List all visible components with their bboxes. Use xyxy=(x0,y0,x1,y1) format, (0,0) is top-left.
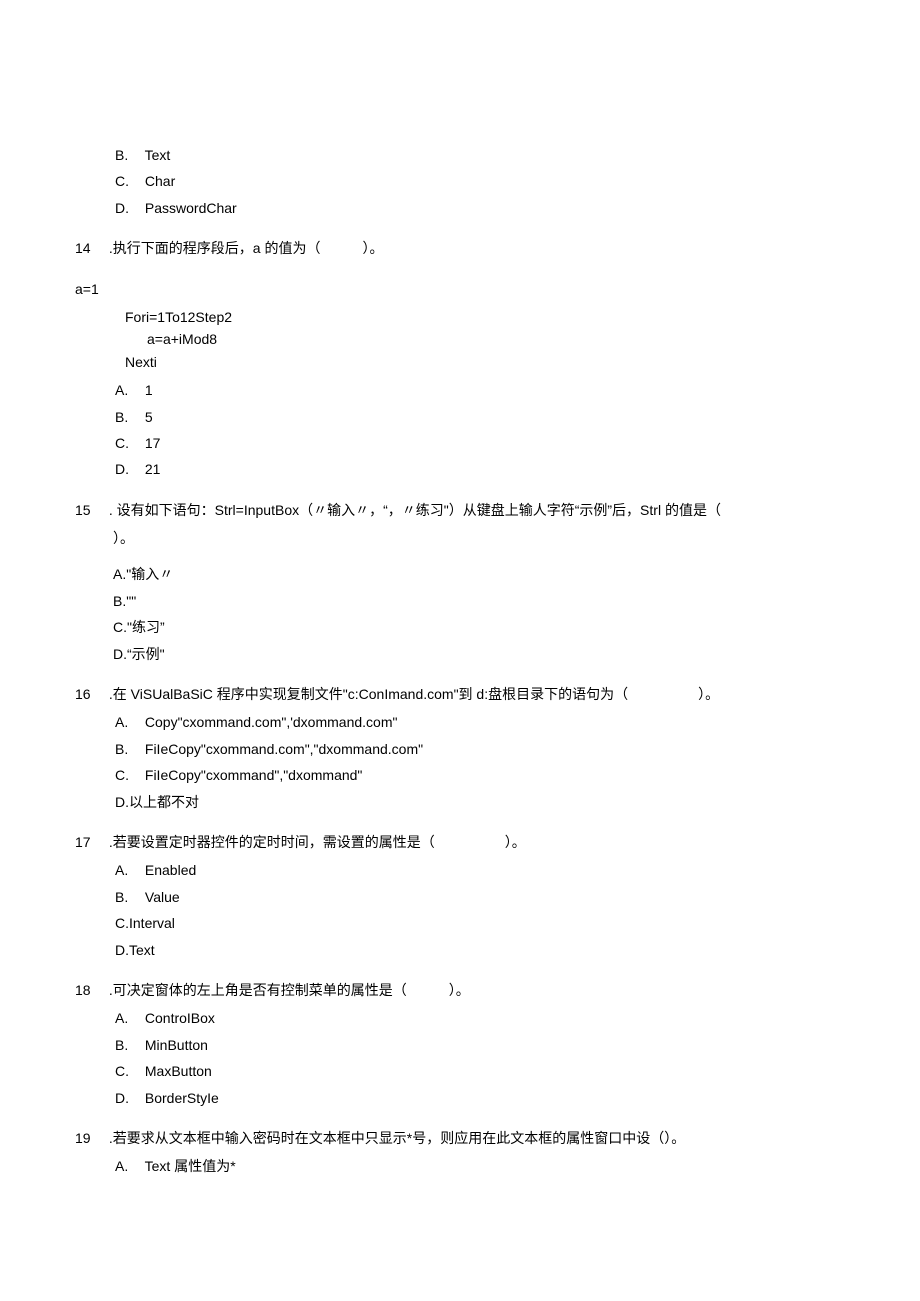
option-text: 17 xyxy=(145,435,161,451)
option-a: A. Enabled xyxy=(115,859,845,881)
question-14: 14 .执行下面的程序段后，a 的值为（ ）。 xyxy=(75,237,845,259)
option-c: C."练习” xyxy=(113,616,845,638)
option-b: B."" xyxy=(113,590,845,612)
document-page: B. Text C. Char D. PasswordChar 14 .执行下面… xyxy=(0,0,920,1262)
option-text: FiIeCopy"cxommand","dxommand" xyxy=(145,767,363,783)
option-text: MinButton xyxy=(145,1037,208,1053)
option-text: Value xyxy=(145,889,180,905)
option-d: D. 21 xyxy=(115,458,845,480)
code-line: a=a+iMod8 xyxy=(147,328,845,350)
option-text: MaxButton xyxy=(145,1063,212,1079)
question-number: 14 xyxy=(75,237,105,259)
option-text: 21 xyxy=(145,461,161,477)
option-text: Copy"cxommand.com",'dxommand.com" xyxy=(145,714,398,730)
question-15: 15 . 设有如下语句：Strl=InputBox（〃输入〃，“，〃练习"）从键… xyxy=(75,499,845,521)
question-15-options: A."输入〃 B."" C."练习” D.“示例" xyxy=(113,563,845,665)
option-text: 5 xyxy=(145,409,153,425)
question-17: 17 .若要设置定时器控件的定时时间，需设置的属性是（ ）。 xyxy=(75,831,845,853)
option-a: A. ControIBox xyxy=(115,1007,845,1029)
option-letter: B. xyxy=(115,886,141,908)
option-letter: C. xyxy=(115,432,141,454)
question-13-options-partial: B. Text C. Char D. PasswordChar xyxy=(115,144,845,219)
option-text: ControIBox xyxy=(145,1010,215,1026)
option-c: C. MaxButton xyxy=(115,1060,845,1082)
question-stem: .若要求从文本框中输入密码时在文本框中只显示*号，则应用在此文本框的属性窗口中设… xyxy=(109,1130,685,1146)
question-number: 17 xyxy=(75,831,105,853)
option-b: B. FiIeCopy"cxommand.com","dxommand.com" xyxy=(115,738,845,760)
option-letter: B. xyxy=(115,144,141,166)
question-stem-cont: ）。 xyxy=(113,527,845,549)
option-b: B. Text xyxy=(115,144,845,166)
option-b: B. MinButton xyxy=(115,1034,845,1056)
option-letter: A. xyxy=(115,1155,141,1177)
option-letter: D. xyxy=(115,1087,141,1109)
option-a: A."输入〃 xyxy=(113,563,845,585)
question-stem: .在 ViSUalBaSiC 程序中实现复制文件"c:ConImand.com"… xyxy=(109,686,719,702)
option-text: Text 属性值为* xyxy=(145,1158,236,1174)
question-14-options: A. 1 B. 5 C. 17 D. 21 xyxy=(115,379,845,481)
option-text: Text xyxy=(145,147,171,163)
question-stem: .执行下面的程序段后，a 的值为（ ）。 xyxy=(109,240,384,256)
option-letter: D. xyxy=(115,458,141,480)
question-number: 16 xyxy=(75,683,105,705)
option-c: C. FiIeCopy"cxommand","dxommand" xyxy=(115,764,845,786)
question-19: 19 .若要求从文本框中输入密码时在文本框中只显示*号，则应用在此文本框的属性窗… xyxy=(75,1127,845,1149)
question-19-options: A. Text 属性值为* xyxy=(115,1155,845,1177)
option-letter: C. xyxy=(115,1060,141,1082)
option-d: D.“示例" xyxy=(113,643,845,665)
option-letter: A. xyxy=(115,711,141,733)
question-16-options: A. Copy"cxommand.com",'dxommand.com" B. … xyxy=(115,711,845,813)
option-c: C. 17 xyxy=(115,432,845,454)
option-letter: B. xyxy=(115,1034,141,1056)
option-letter: A. xyxy=(115,1007,141,1029)
question-number: 15 xyxy=(75,499,105,521)
option-c: C.Interval xyxy=(115,912,845,934)
question-18-options: A. ControIBox B. MinButton C. MaxButton … xyxy=(115,1007,845,1109)
option-b: B. Value xyxy=(115,886,845,908)
option-a: A. Copy"cxommand.com",'dxommand.com" xyxy=(115,711,845,733)
option-d: D. BorderStyIe xyxy=(115,1087,845,1109)
code-line: Nexti xyxy=(125,351,845,373)
option-text: Char xyxy=(145,173,175,189)
option-d: D. PasswordChar xyxy=(115,197,845,219)
question-16: 16 .在 ViSUalBaSiC 程序中实现复制文件"c:ConImand.c… xyxy=(75,683,845,705)
option-letter: B. xyxy=(115,406,141,428)
code-block: Fori=1To12Step2 a=a+iMod8 Nexti xyxy=(125,306,845,373)
option-b: B. 5 xyxy=(115,406,845,428)
question-stem: .若要设置定时器控件的定时时间，需设置的属性是（ ）。 xyxy=(109,834,526,850)
option-text: 1 xyxy=(145,382,153,398)
option-text: PasswordChar xyxy=(145,200,237,216)
option-letter: C. xyxy=(115,170,141,192)
question-stem: .可决定窗体的左上角是否有控制菜单的属性是（ ）。 xyxy=(109,982,470,998)
option-letter: C. xyxy=(115,764,141,786)
option-a: A. 1 xyxy=(115,379,845,401)
option-d: D.以上都不对 xyxy=(115,791,845,813)
option-text: FiIeCopy"cxommand.com","dxommand.com" xyxy=(145,741,423,757)
option-letter: A. xyxy=(115,859,141,881)
option-c: C. Char xyxy=(115,170,845,192)
question-17-options: A. Enabled B. Value C.Interval D.Text xyxy=(115,859,845,961)
question-number: 19 xyxy=(75,1127,105,1149)
option-letter: A. xyxy=(115,379,141,401)
question-number: 18 xyxy=(75,979,105,1001)
option-text: BorderStyIe xyxy=(145,1090,219,1106)
question-stem: . 设有如下语句：Strl=InputBox（〃输入〃，“，〃练习"）从键盘上输… xyxy=(109,502,721,518)
code-line: Fori=1To12Step2 xyxy=(125,306,845,328)
code-line: a=1 xyxy=(75,278,845,300)
option-a: A. Text 属性值为* xyxy=(115,1155,845,1177)
option-letter: D. xyxy=(115,197,141,219)
option-letter: B. xyxy=(115,738,141,760)
option-d: D.Text xyxy=(115,939,845,961)
question-18: 18 .可决定窗体的左上角是否有控制菜单的属性是（ ）。 xyxy=(75,979,845,1001)
option-text: Enabled xyxy=(145,862,196,878)
